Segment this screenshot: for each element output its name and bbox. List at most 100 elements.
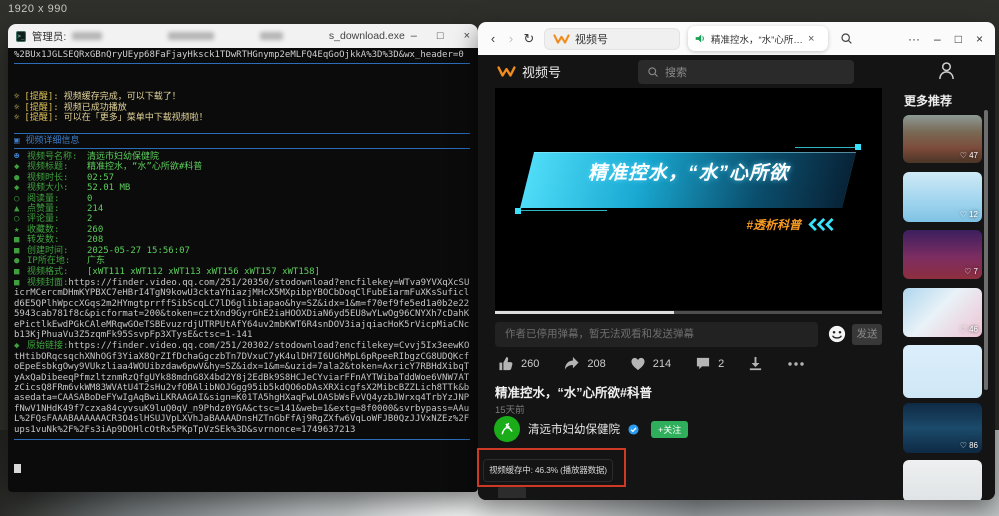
banner-corner-square	[855, 144, 861, 150]
download-action[interactable]	[748, 356, 763, 371]
share-action[interactable]: 208	[563, 356, 605, 371]
address-brand-label: 视频号	[575, 31, 608, 47]
browser-tab[interactable]: 精准控水，“水”心所欲#科普 ×	[688, 26, 828, 51]
terminal-output[interactable]: %2BUx1JGLSEQRxGBnQryUEyp68FaFjayHksck1TD…	[8, 48, 478, 492]
video-banner-tagrow: #透析科普	[746, 216, 834, 233]
terminal-details: ☻视频号名称:清远市妇幼保健院◆视频标题:精准控水，“水”心所欲#科普●视频时长…	[14, 152, 473, 277]
detail-value: 52.01 MB	[87, 183, 130, 193]
post-title: 精准控水，“水”心所欲#科普	[495, 382, 652, 401]
detail-label: 视频大小:	[27, 183, 83, 193]
follow-button[interactable]: +关注	[651, 421, 688, 438]
cover-url: https://finder.video.qq.com/251/20350/st…	[14, 278, 469, 340]
origin-url: https://finder.video.qq.com/251/20302/st…	[14, 341, 469, 434]
browser-maximize-button[interactable]: □	[955, 32, 962, 46]
address-bar[interactable]: 视频号	[544, 28, 680, 50]
account-avatar[interactable]	[494, 416, 520, 442]
like-action[interactable]: 260	[498, 356, 539, 371]
redacted-blur	[72, 32, 102, 40]
browser-more-button[interactable]: ···	[908, 32, 920, 46]
action-bar: 260 208 214 2	[498, 356, 829, 371]
browser-minimize-button[interactable]: –	[934, 32, 941, 46]
screen-resolution-label: 1920 x 990	[8, 3, 67, 15]
sidebar-thumb-cartoon-health-video[interactable]: ♡ 12	[903, 172, 982, 222]
globe-icon: ●	[14, 256, 27, 266]
detail-value: 260	[87, 225, 103, 235]
search-icon[interactable]	[840, 32, 853, 45]
more-action[interactable]	[787, 361, 805, 367]
search-icon	[647, 66, 659, 78]
sidebar-thumb-doctors-video[interactable]: ♡ 46	[903, 288, 982, 337]
terminal-divider	[14, 148, 470, 149]
comment-icon	[695, 356, 711, 371]
terminal-tip-row: ☼[提醒]:可以在「更多」菜单中下载视频啦！	[14, 113, 473, 123]
terminal-maximize-button[interactable]: □	[437, 30, 444, 42]
channels-brand[interactable]: 视频号	[497, 62, 561, 81]
heart-icon	[630, 357, 646, 371]
sidebar-thumb-studio-video[interactable]: ♡ 86	[903, 403, 982, 453]
detail-label: 视频时长:	[27, 173, 83, 183]
detail-value: 精准控水，“水”心所欲#科普	[87, 162, 202, 172]
detail-value: 02:57	[87, 173, 114, 183]
detail-value: 清远市妇幼保健院	[87, 152, 159, 162]
cache-status-tooltip: 视频缓存中: 46.3% (播放器数据)	[483, 459, 613, 482]
terminal-tip-row: ☼[提醒]:视频缓存完成，可以下载了！	[14, 92, 473, 102]
sidebar-thumb-stage-show-video[interactable]: ♡ 7	[903, 230, 982, 279]
terminal-detail-row: ■创建时间:2025-05-27 15:56:07	[14, 246, 473, 256]
browser-close-button[interactable]: ×	[976, 32, 983, 46]
browser-titlebar[interactable]: ‹ › ↻ 视频号 精准控水，“水”心所欲#科普 × ··· – □ ×	[478, 22, 995, 55]
banner-corner-line	[795, 147, 855, 148]
detail-value: [xWT111 xWT112 xWT113 xWT156 xWT157 xWT1…	[87, 267, 320, 277]
terminal-detail-row: ●IP所在地: 广东	[14, 256, 473, 266]
sidebar-thumb-slide-video[interactable]	[903, 345, 982, 398]
link-icon: ◆	[14, 341, 27, 351]
share-icon: ■	[14, 235, 27, 245]
sidebar-thumb-meeting-room-video[interactable]: ♡ 47	[903, 115, 982, 163]
detail-label: IP所在地:	[27, 256, 83, 266]
detail-label: 视频标题:	[27, 162, 83, 172]
tip-label: [提醒]:	[24, 113, 58, 123]
video-player[interactable]: 精准控水，“水”心所欲 #透析科普	[495, 88, 882, 310]
clock-icon: ●	[14, 173, 27, 183]
page-scrollbar[interactable]	[984, 110, 988, 390]
video-banner-title: 精准控水，“水”心所欲	[495, 158, 882, 185]
send-button[interactable]: 发送	[852, 324, 882, 345]
detail-value: 广东	[87, 256, 105, 266]
share-arrow-icon	[563, 356, 580, 371]
terminal-detail-row: ○阅读量:0	[14, 194, 473, 204]
detail-label: 阅读量:	[27, 194, 83, 204]
redacted-blur	[168, 32, 214, 40]
search-input[interactable]: 搜索	[638, 60, 854, 84]
detail-value: 214	[87, 204, 103, 214]
tip-text: 视频缓存完成，可以下载了！	[64, 92, 181, 102]
terminal-title: s_download.exe	[329, 30, 405, 42]
chevrons-left-icon	[807, 218, 834, 231]
refresh-button[interactable]: ↻	[520, 31, 538, 47]
account-name[interactable]: 清远市妇幼保健院	[528, 421, 620, 437]
detail-label: 点赞量:	[27, 204, 83, 214]
video-progress-bar[interactable]	[495, 311, 882, 314]
emoji-icon[interactable]	[828, 325, 846, 343]
verified-badge-icon	[628, 424, 639, 435]
redacted-blur	[260, 32, 283, 40]
terminal-close-button[interactable]: ×	[464, 30, 470, 42]
document-icon: ◆	[14, 162, 27, 172]
sidebar-thumb-lecture-video[interactable]	[903, 460, 982, 500]
audio-playing-icon	[695, 33, 706, 44]
comment-action[interactable]: 2	[695, 356, 724, 371]
danmaku-bar: 作者已停用弹幕，暂无法观看和发送弹幕 发送	[495, 322, 882, 348]
detail-value: 0	[87, 194, 92, 204]
download-icon	[748, 356, 763, 371]
forward-button[interactable]: ›	[502, 31, 520, 46]
browser-window: ‹ › ↻ 视频号 精准控水，“水”心所欲#科普 × ··· – □ ×	[478, 22, 995, 500]
heart-action[interactable]: 214	[630, 357, 671, 371]
tab-close-icon[interactable]: ×	[808, 33, 814, 45]
terminal-titlebar[interactable]: >_ 管理员: s_download.exe – □ ×	[8, 24, 478, 48]
tip-label: [提醒]:	[24, 92, 58, 102]
back-button[interactable]: ‹	[484, 31, 502, 46]
detail-label: 视频号名称:	[27, 152, 83, 162]
terminal-tips: ☼[提醒]:视频缓存完成，可以下载了！☼[提醒]:视频已成功播放☼[提醒]:可以…	[14, 92, 473, 123]
terminal-minimize-button[interactable]: –	[411, 30, 417, 42]
terminal-detail-row: ★收藏数:260	[14, 225, 473, 235]
danmaku-input[interactable]: 作者已停用弹幕，暂无法观看和发送弹幕	[495, 322, 818, 347]
post-time: 15天前	[495, 402, 525, 416]
